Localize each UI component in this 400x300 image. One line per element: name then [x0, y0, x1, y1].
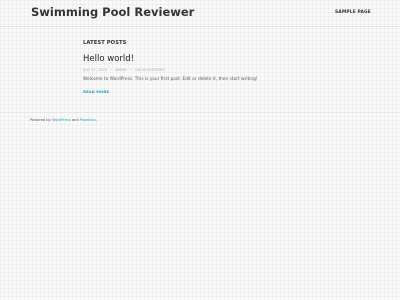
- site-footer: Powered by WordPress and Poseidon.: [0, 112, 400, 122]
- meta-separator: •: [109, 68, 113, 72]
- footer-period: .: [95, 118, 98, 122]
- post-date[interactable]: JULY 27, 2018: [83, 68, 107, 72]
- read-more-link[interactable]: READ MORE: [83, 89, 109, 94]
- footer-powered-by: Powered by: [30, 118, 51, 122]
- footer-and: and: [71, 118, 79, 122]
- post-title[interactable]: Hello world!: [83, 54, 134, 64]
- post-excerpt: Welcome to WordPress. This is your first…: [83, 77, 258, 82]
- site-title[interactable]: Swimming Pool Reviewer: [31, 5, 194, 19]
- latest-posts-heading: LATEST POSTS: [83, 40, 127, 46]
- footer-theme-link[interactable]: Poseidon: [80, 118, 96, 122]
- footer-credits: Powered by WordPress and Poseidon.: [30, 118, 97, 122]
- nav-item-sample-page[interactable]: SAMPLE PAGE: [335, 10, 371, 15]
- meta-separator: •: [129, 68, 132, 72]
- post-author[interactable]: ADMIN: [115, 68, 127, 72]
- post-category[interactable]: UNCATEGORIZED: [135, 68, 165, 72]
- footer-wordpress-link[interactable]: WordPress: [52, 118, 71, 122]
- site-header: Swimming Pool Reviewer SAMPLE PAGE: [0, 0, 400, 27]
- post-meta: JULY 27, 2018 • ADMIN • UNCATEGORIZED: [83, 68, 167, 72]
